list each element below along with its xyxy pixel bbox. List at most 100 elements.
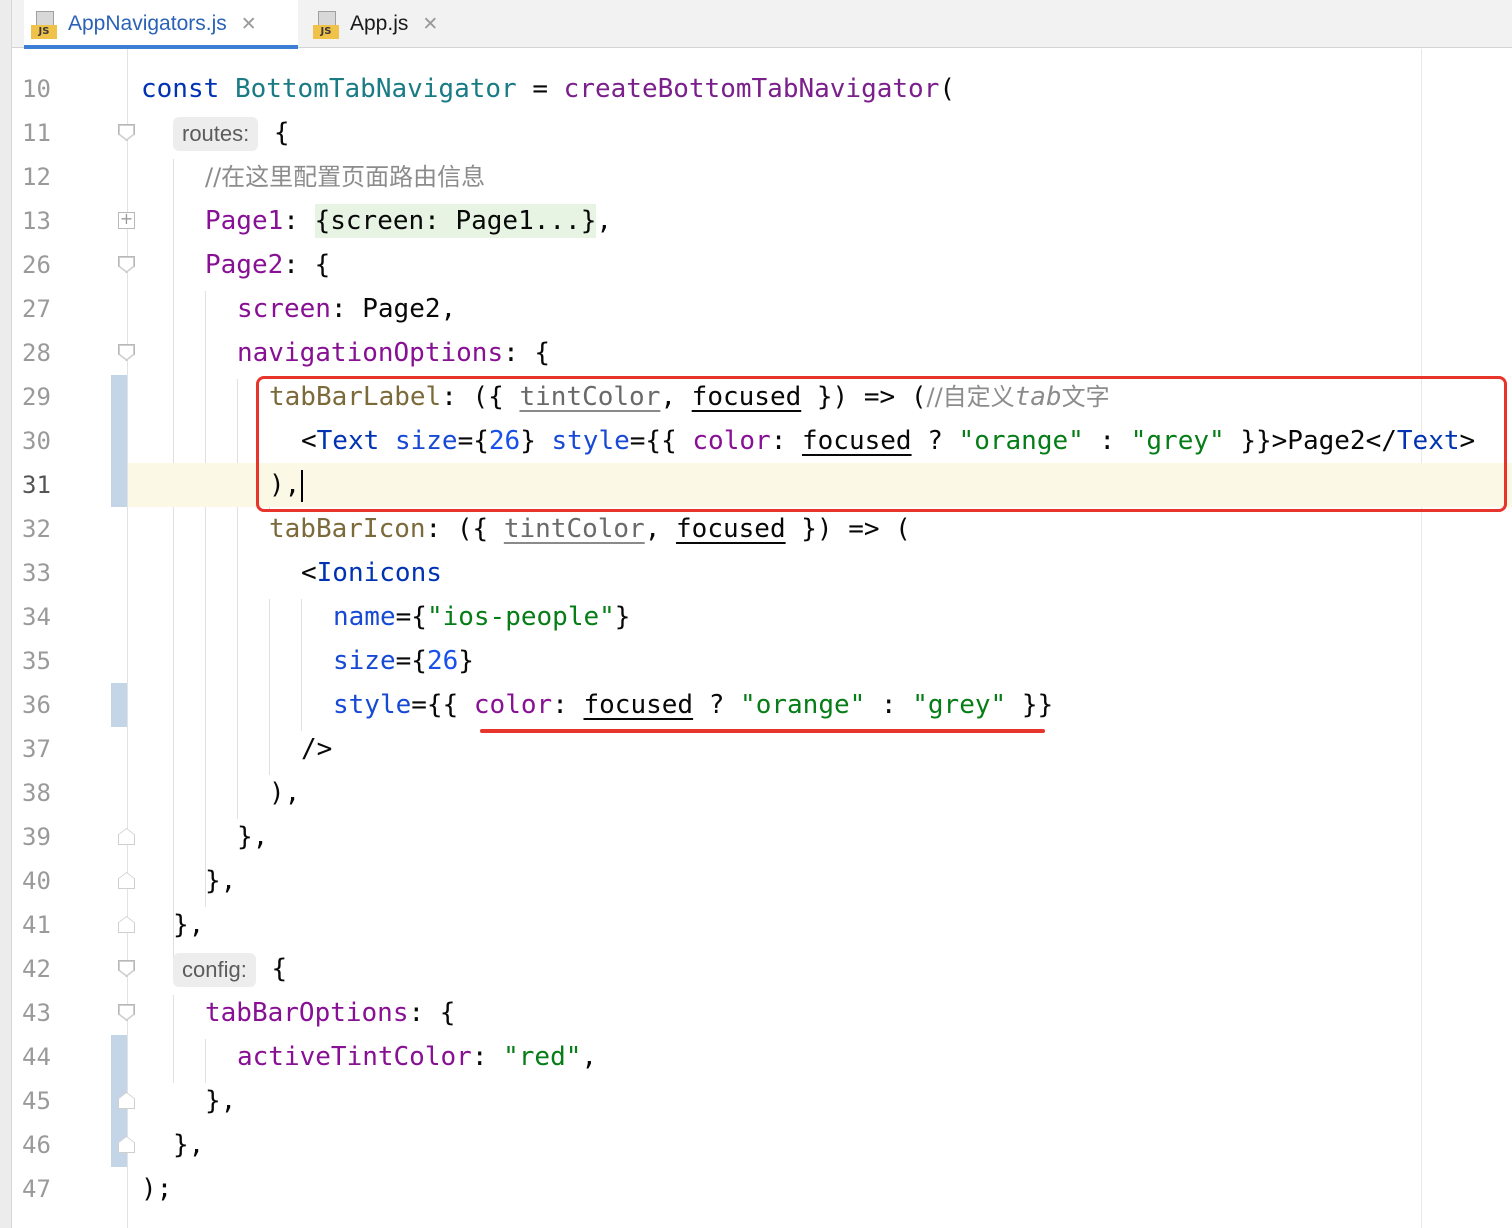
code-text: ), — [269, 778, 301, 808]
line-number: 30 — [22, 427, 51, 455]
code-text: }, — [237, 822, 269, 852]
line-number: 29 — [22, 383, 51, 411]
tab-app-js[interactable]: JS App.js ✕ — [306, 0, 466, 48]
fold-close-icon[interactable] — [118, 828, 135, 845]
code-line: 40 }, — [0, 859, 1512, 903]
code-text: config: { — [173, 947, 287, 991]
code-text: <Ionicons — [301, 558, 442, 588]
code-line: 28 navigationOptions: { — [0, 331, 1512, 375]
vcs-change-marker[interactable] — [111, 463, 127, 507]
code-text: Page1: {screen: Page1...}, — [205, 204, 613, 238]
code-line: 38 ), — [0, 771, 1512, 815]
vcs-change-marker[interactable] — [111, 683, 127, 727]
line-number: 39 — [22, 823, 51, 851]
code-text: size={26} — [333, 646, 474, 676]
fold-open-icon[interactable] — [118, 256, 135, 273]
code-text: const BottomTabNavigator = createBottomT… — [141, 74, 956, 104]
line-number: 13 — [22, 207, 51, 235]
code-text: }, — [173, 910, 205, 940]
folded-region[interactable]: {screen: Page1...} — [314, 204, 597, 238]
code-line: 26 Page2: { — [0, 243, 1512, 287]
parameter-hint: routes: — [173, 116, 259, 151]
fold-open-icon[interactable] — [118, 344, 135, 361]
left-window-edge — [0, 0, 12, 1228]
code-text: ); — [141, 1174, 173, 1204]
line-number: 12 — [22, 163, 51, 191]
code-text: }, — [173, 1130, 205, 1160]
fold-close-icon[interactable] — [118, 872, 135, 889]
line-number: 47 — [22, 1175, 51, 1203]
code-line: 10 const BottomTabNavigator = createBott… — [0, 67, 1512, 111]
code-text: /> — [301, 734, 333, 764]
code-line: 41 }, — [0, 903, 1512, 947]
fold-open-icon[interactable] — [118, 124, 135, 141]
tab-label: AppNavigators.js — [68, 12, 227, 35]
code-line: 35 size={26} — [0, 639, 1512, 683]
code-line: 46 }, — [0, 1123, 1512, 1167]
line-number: 28 — [22, 339, 51, 367]
line-number: 11 — [22, 119, 51, 147]
fold-open-icon[interactable] — [118, 960, 135, 977]
code-line: 13 Page1: {screen: Page1...}, — [0, 199, 1512, 243]
annotation-highlight-box — [256, 376, 1507, 512]
line-number: 45 — [22, 1087, 51, 1115]
line-number: 31 — [22, 471, 51, 499]
code-line: 36 style={{ color: focused ? "orange" : … — [0, 683, 1512, 727]
close-icon[interactable]: ✕ — [422, 13, 438, 35]
line-number: 41 — [22, 911, 51, 939]
code-text: screen: Page2, — [237, 294, 457, 324]
line-number: 27 — [22, 295, 51, 323]
close-icon[interactable]: ✕ — [241, 13, 257, 35]
code-editor[interactable]: 10 const BottomTabNavigator = createBott… — [0, 49, 1512, 1228]
vcs-change-marker[interactable] — [111, 419, 127, 463]
fold-open-icon[interactable] — [118, 1004, 135, 1021]
annotation-underline — [480, 729, 1045, 733]
code-text: Page2: { — [205, 250, 331, 280]
code-text: name={"ios-people"} — [333, 602, 631, 632]
line-number: 34 — [22, 603, 51, 631]
code-text: activeTintColor: "red", — [237, 1042, 598, 1072]
code-line: 34 name={"ios-people"} — [0, 595, 1512, 639]
code-text: style={{ color: focused ? "orange" : "gr… — [333, 690, 1054, 720]
line-number: 32 — [22, 515, 51, 543]
code-line: 11 routes: { — [0, 111, 1512, 155]
parameter-hint: config: — [173, 952, 256, 987]
line-number: 46 — [22, 1131, 51, 1159]
code-line: 42 config: { — [0, 947, 1512, 991]
line-number: 40 — [22, 867, 51, 895]
line-number: 35 — [22, 647, 51, 675]
js-file-icon: JS — [30, 9, 60, 39]
code-line: 27 screen: Page2, — [0, 287, 1512, 331]
line-number: 43 — [22, 999, 51, 1027]
line-number: 33 — [22, 559, 51, 587]
vcs-change-marker[interactable] — [111, 1035, 127, 1079]
code-line: 44 activeTintColor: "red", — [0, 1035, 1512, 1079]
fold-close-icon[interactable] — [118, 916, 135, 933]
code-text: routes: { — [173, 111, 290, 155]
vcs-change-marker[interactable] — [111, 375, 127, 419]
tab-appnavigators-js[interactable]: JS AppNavigators.js ✕ — [24, 0, 298, 49]
code-line: 12 //在这里配置页面路由信息 — [0, 155, 1512, 199]
line-number: 44 — [22, 1043, 51, 1071]
line-number: 38 — [22, 779, 51, 807]
line-number: 36 — [22, 691, 51, 719]
code-text: }, — [205, 866, 237, 896]
code-line: 45 }, — [0, 1079, 1512, 1123]
code-text: navigationOptions: { — [237, 338, 551, 368]
code-line: 39 }, — [0, 815, 1512, 859]
code-line: 43 tabBarOptions: { — [0, 991, 1512, 1035]
line-number: 10 — [22, 75, 51, 103]
tab-label: App.js — [350, 12, 409, 35]
line-number: 37 — [22, 735, 51, 763]
code-text: tabBarIcon: ({ tintColor, focused }) => … — [269, 514, 911, 544]
line-number: 42 — [22, 955, 51, 983]
code-comment: //在这里配置页面路由信息 — [205, 163, 486, 191]
code-line: 32 tabBarIcon: ({ tintColor, focused }) … — [0, 507, 1512, 551]
js-file-icon: JS — [312, 9, 342, 39]
editor-tab-bar: JS AppNavigators.js ✕ JS App.js ✕ — [0, 0, 1512, 49]
code-text: tabBarOptions: { — [205, 998, 456, 1028]
fold-expand-icon[interactable] — [118, 209, 135, 229]
code-line: 47 ); — [0, 1167, 1512, 1211]
code-line: 37 /> — [0, 727, 1512, 771]
code-line: 33 <Ionicons — [0, 551, 1512, 595]
